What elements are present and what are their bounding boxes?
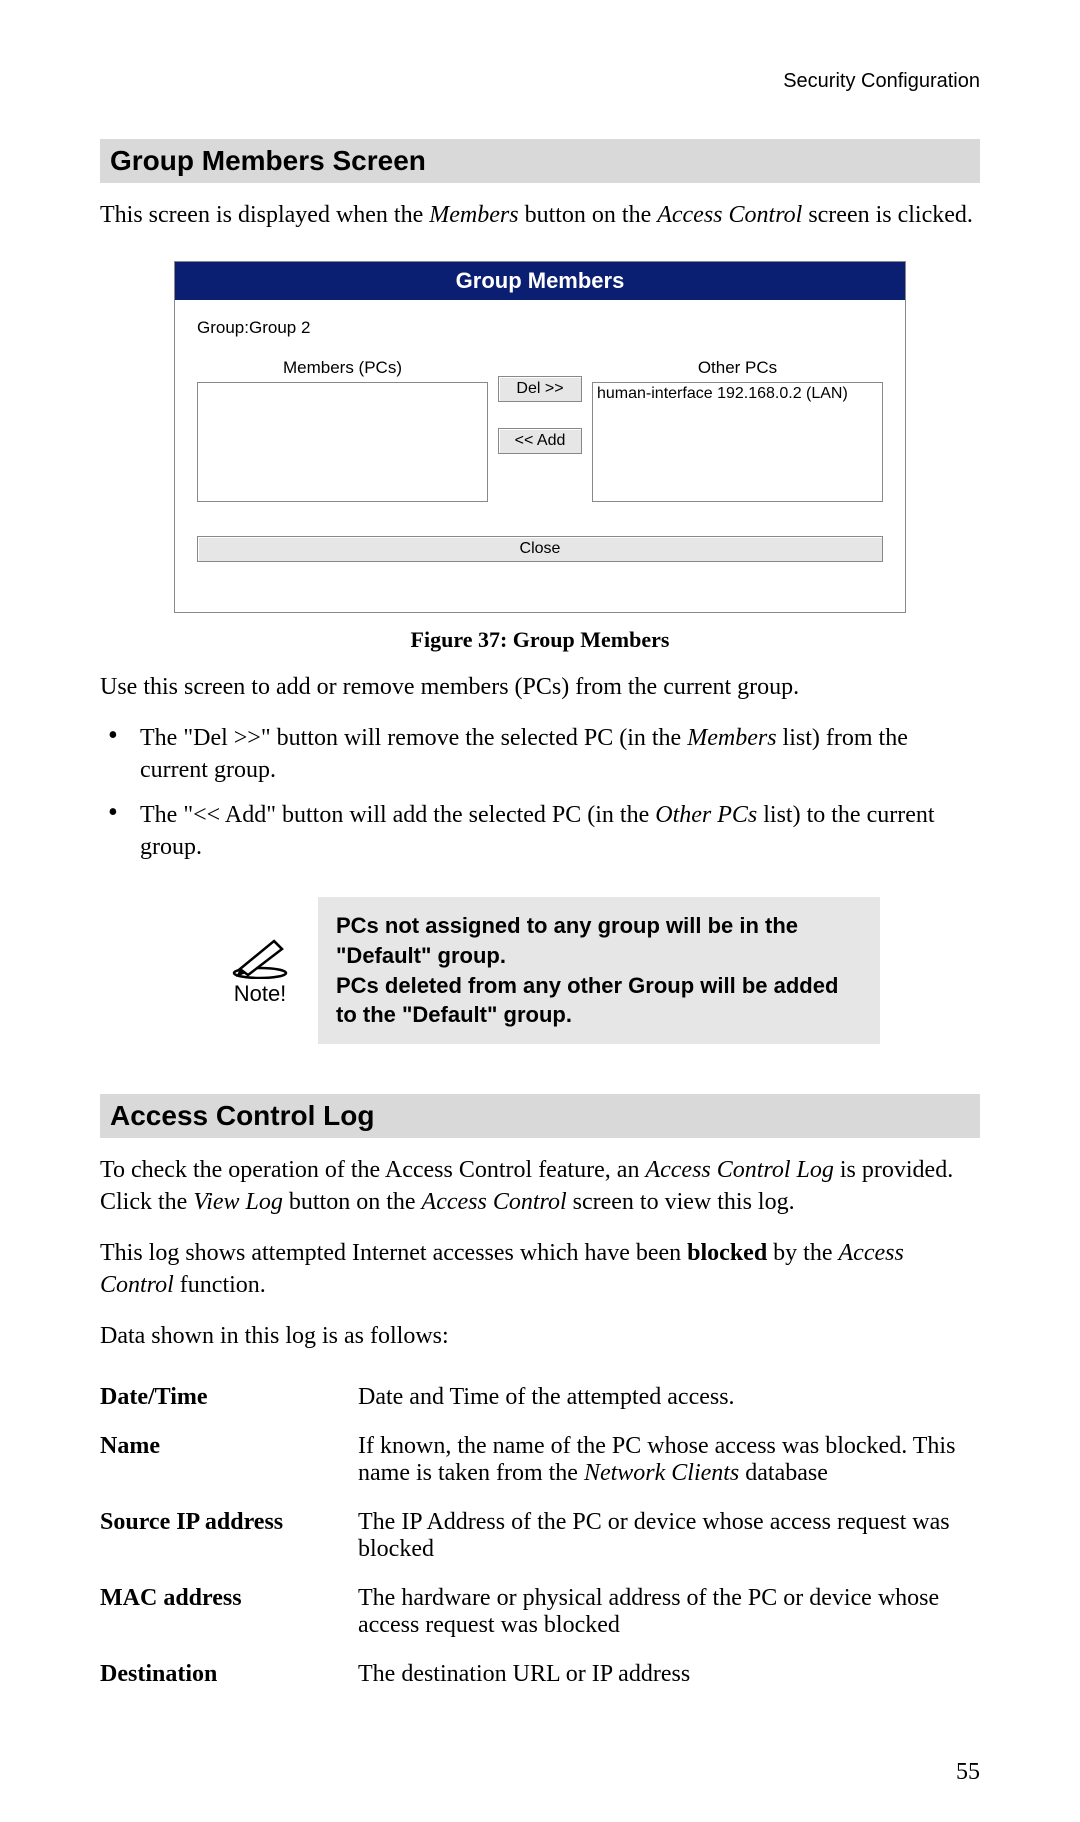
note-icon: Note! — [220, 935, 300, 1007]
pen-icon — [228, 935, 292, 979]
term: Date/Time — [100, 1376, 358, 1425]
text: To check the operation of the Access Con… — [100, 1157, 645, 1183]
del-button[interactable]: Del >> — [498, 376, 582, 402]
text-em: Members — [429, 202, 518, 228]
others-column: Other PCs human-interface 192.168.0.2 (L… — [592, 358, 883, 502]
definition: Date and Time of the attempted access. — [358, 1376, 980, 1425]
text-em: Network Clients — [584, 1460, 739, 1486]
text: The "<< Add" button will add the selecte… — [140, 802, 655, 828]
text: function. — [174, 1272, 266, 1298]
figure-caption: Figure 37: Group Members — [100, 627, 980, 653]
list-item[interactable]: human-interface 192.168.0.2 (LAN) — [597, 385, 848, 402]
add-button[interactable]: << Add — [498, 428, 582, 454]
page: Security Configuration Group Members Scr… — [0, 0, 1080, 1822]
list-item: The "<< Add" button will add the selecte… — [100, 799, 980, 864]
dialog-close-row: Close — [197, 536, 883, 562]
after-figure-text: Use this screen to add or remove members… — [100, 671, 980, 703]
dialog-group-line: Group:Group 2 — [197, 318, 883, 338]
page-number: 55 — [956, 1759, 980, 1786]
section-title-access-log: Access Control Log — [100, 1094, 980, 1138]
text: PCs not assigned to any group will be in… — [336, 913, 798, 968]
section2-p2: This log shows attempted Internet access… — [100, 1237, 980, 1302]
table-row: Source IP address The IP Address of the … — [100, 1501, 980, 1577]
dialog-body: Group:Group 2 Members (PCs) Del >> << Ad… — [175, 300, 905, 612]
text: The "Del >>" button will remove the sele… — [140, 725, 687, 751]
text-em: Other PCs — [655, 802, 757, 828]
text-em: Access Control — [657, 202, 802, 228]
section2-p3: Data shown in this log is as follows: — [100, 1320, 980, 1352]
section1-intro: This screen is displayed when the Member… — [100, 199, 980, 231]
definition: The IP Address of the PC or device whose… — [358, 1501, 980, 1577]
close-button[interactable]: Close — [197, 536, 883, 562]
dialog-mid-buttons: Del >> << Add — [500, 358, 580, 454]
table-row: Destination The destination URL or IP ad… — [100, 1653, 980, 1702]
others-header: Other PCs — [592, 358, 883, 378]
dialog-lists-row: Members (PCs) Del >> << Add Other PCs hu… — [197, 358, 883, 502]
note-text: PCs not assigned to any group will be in… — [318, 897, 880, 1044]
definition: The destination URL or IP address — [358, 1653, 980, 1702]
table-row: Name If known, the name of the PC whose … — [100, 1425, 980, 1501]
text: button on the — [519, 202, 658, 228]
members-header: Members (PCs) — [197, 358, 488, 378]
definition: The hardware or physical address of the … — [358, 1577, 980, 1653]
members-column: Members (PCs) — [197, 358, 488, 502]
text-em: Access Control Log — [645, 1157, 833, 1183]
members-listbox[interactable] — [197, 382, 488, 502]
note-box: Note! PCs not assigned to any group will… — [220, 897, 880, 1044]
text: Group 2 — [249, 318, 310, 337]
term: Name — [100, 1425, 358, 1501]
text: Group: — [197, 318, 249, 337]
text: database — [739, 1460, 828, 1486]
bullet-list: The "Del >>" button will remove the sele… — [100, 722, 980, 864]
table-row: MAC address The hardware or physical add… — [100, 1577, 980, 1653]
term: Destination — [100, 1653, 358, 1702]
definitions-table: Date/Time Date and Time of the attempted… — [100, 1376, 980, 1702]
header-top-label: Security Configuration — [100, 70, 980, 93]
section2-p1: To check the operation of the Access Con… — [100, 1154, 980, 1219]
text: by the — [767, 1240, 838, 1266]
definition: If known, the name of the PC whose acces… — [358, 1425, 980, 1501]
text: PCs deleted from any other Group will be… — [336, 973, 838, 1028]
term: MAC address — [100, 1577, 358, 1653]
text-bold: blocked — [687, 1240, 767, 1266]
dialog-title: Group Members — [175, 262, 905, 300]
term: Source IP address — [100, 1501, 358, 1577]
text: screen is clicked. — [802, 202, 973, 228]
text: This screen is displayed when the — [100, 202, 429, 228]
list-item: The "Del >>" button will remove the sele… — [100, 722, 980, 787]
text-em: Access Control — [422, 1189, 567, 1215]
others-listbox[interactable]: human-interface 192.168.0.2 (LAN) — [592, 382, 883, 502]
group-members-dialog: Group Members Group:Group 2 Members (PCs… — [174, 261, 906, 613]
note-icon-label: Note! — [220, 981, 300, 1007]
text: This log shows attempted Internet access… — [100, 1240, 687, 1266]
text-em: Members — [687, 725, 776, 751]
text: button on the — [283, 1189, 422, 1215]
section-title-group-members: Group Members Screen — [100, 139, 980, 183]
text-em: View Log — [193, 1189, 283, 1215]
text: screen to view this log. — [567, 1189, 795, 1215]
table-row: Date/Time Date and Time of the attempted… — [100, 1376, 980, 1425]
